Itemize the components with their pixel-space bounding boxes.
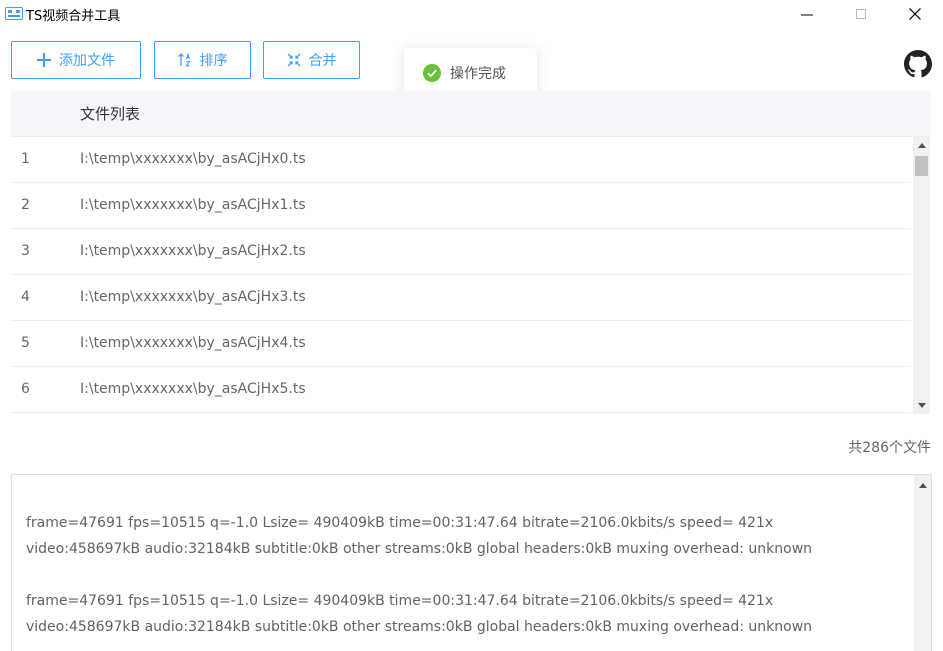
add-file-label: 添加文件 [59,52,115,68]
merge-icon [287,53,300,67]
table-row[interactable]: 5 I:\temp\xxxxxxx\by_asACjHx4.ts [11,321,911,367]
file-table: 文件列表 1 I:\temp\xxxxxxx\by_asACjHx0.ts 2 … [11,91,931,414]
toast-message: 操作完成 [450,66,506,82]
log-lines: frame=47691 fps=10515 q=-1.0 Lsize= 4904… [26,510,906,640]
table-row[interactable]: 1 I:\temp\xxxxxxx\by_asACjHx0.ts [11,137,911,183]
table-row[interactable]: 2 I:\temp\xxxxxxx\by_asACjHx1.ts [11,183,911,229]
close-button[interactable] [888,0,942,28]
log-line: frame=47691 fps=10515 q=-1.0 Lsize= 4904… [26,593,774,609]
row-path: I:\temp\xxxxxxx\by_asACjHx3.ts [80,289,306,305]
scrollbar-thumb[interactable] [915,156,928,176]
sort-label: 排序 [199,52,228,68]
log-output: frame=47691 fps=10515 q=-1.0 Lsize= 4904… [11,474,932,651]
merge-button[interactable]: 合并 [263,41,360,79]
scroll-down-arrow-icon[interactable] [913,397,930,414]
table-row[interactable]: 6 I:\temp\xxxxxxx\by_asACjHx5.ts [11,367,911,413]
file-count: 共286个文件 [848,440,931,456]
table-scrollbar[interactable] [913,137,930,414]
close-icon [909,8,921,20]
scroll-up-arrow-icon[interactable] [913,137,930,154]
table-row[interactable]: 3 I:\temp\xxxxxxx\by_asACjHx2.ts [11,229,911,275]
add-file-button[interactable]: 添加文件 [11,41,141,79]
row-index: 1 [21,151,30,167]
row-index: 6 [21,381,30,397]
check-circle-icon [423,64,441,82]
table-header: 文件列表 [11,91,931,137]
window-title: TS视频合并工具 [26,9,121,24]
log-truncated-text [478,474,482,475]
row-path: I:\temp\xxxxxxx\by_asACjHx0.ts [80,151,306,167]
column-header-file-list: 文件列表 [80,105,141,123]
minimize-button[interactable] [780,0,834,28]
log-line: video:458697kB audio:32184kB subtitle:0k… [26,619,813,635]
row-index: 3 [21,243,30,259]
log-line: video:458697kB audio:32184kB subtitle:0k… [26,541,813,557]
maximize-icon [856,9,866,19]
row-path: I:\temp\xxxxxxx\by_asACjHx5.ts [80,381,306,397]
merge-label: 合并 [308,52,337,68]
row-path: I:\temp\xxxxxxx\by_asACjHx1.ts [80,197,306,213]
row-index: 2 [21,197,30,213]
table-body: 1 I:\temp\xxxxxxx\by_asACjHx0.ts 2 I:\te… [11,137,911,414]
plus-icon [37,53,51,67]
log-line: frame=47691 fps=10515 q=-1.0 Lsize= 4904… [26,515,774,531]
maximize-button[interactable] [834,0,888,28]
sort-icon [177,53,191,67]
log-scrollbar[interactable] [914,475,931,651]
github-icon[interactable] [904,50,932,78]
sort-button[interactable]: 排序 [154,41,251,79]
scroll-up-arrow-icon[interactable] [914,477,931,494]
row-index: 4 [21,289,30,305]
row-index: 5 [21,335,30,351]
title-bar: TS视频合并工具 [0,0,943,28]
row-path: I:\temp\xxxxxxx\by_asACjHx2.ts [80,243,306,259]
row-path: I:\temp\xxxxxxx\by_asACjHx4.ts [80,335,306,351]
log-truncated-text [676,474,680,475]
table-row[interactable]: 4 I:\temp\xxxxxxx\by_asACjHx3.ts [11,275,911,321]
film-icon [5,7,23,20]
minimize-icon [801,14,813,16]
